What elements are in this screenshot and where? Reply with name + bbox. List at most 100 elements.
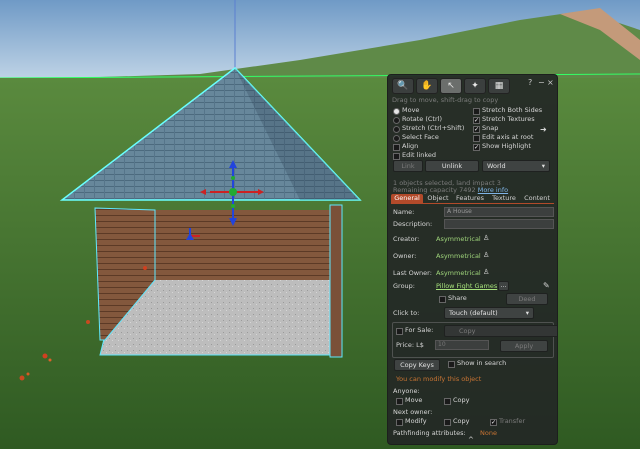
move-tool-button[interactable]: ✋ (416, 78, 438, 94)
edit-linked-checkbox[interactable] (393, 153, 400, 160)
set-group-wrench-icon[interactable]: ✎ (543, 281, 550, 290)
show-in-search-label: Show in search (457, 359, 507, 367)
build-tools-floater[interactable]: 🔍 ✋ ↖ ✦ ▦ ? − × Drag to move, shift-drag… (387, 74, 558, 445)
next-modify-label: Modify (405, 417, 427, 425)
anyone-move-checkbox[interactable] (396, 398, 403, 405)
land-icon: ▦ (494, 81, 504, 91)
world-select-value: World (487, 162, 506, 170)
group-label: Group: (393, 282, 415, 290)
show-in-search-checkbox[interactable] (448, 361, 455, 368)
next-copy-label: Copy (453, 417, 470, 425)
next-owner-label: Next owner: (393, 408, 433, 416)
chevron-down-icon: ▾ (525, 309, 529, 317)
price-label: Price: L$ (396, 341, 424, 349)
owner-profile-icon[interactable]: ♙ (483, 251, 489, 259)
share-checkbox[interactable] (439, 296, 446, 303)
last-owner-profile-icon[interactable]: ♙ (483, 268, 489, 276)
chevron-down-icon: ▾ (541, 162, 545, 170)
show-highlight-label: Show Highlight (482, 142, 531, 150)
creator-profile-icon[interactable]: ♙ (483, 234, 489, 242)
share-label: Share (448, 294, 467, 302)
show-highlight-checkbox[interactable]: ✓ (473, 144, 480, 151)
collapse-chevron-icon[interactable]: ^ (468, 436, 474, 444)
apply-button[interactable]: Apply (500, 340, 548, 352)
owner-label: Owner: (393, 252, 417, 260)
magnifier-icon: 🔍 (397, 81, 409, 91)
description-field[interactable] (444, 219, 554, 229)
snap-checkbox[interactable]: ✓ (473, 126, 480, 133)
more-info-link[interactable]: More info (478, 186, 508, 194)
group-select-button[interactable]: ... (498, 281, 509, 291)
snap-arrow-icon[interactable]: ➜ (540, 125, 547, 134)
stretch-radio[interactable] (393, 126, 400, 133)
snap-label: Snap (482, 124, 499, 132)
anyone-copy-checkbox[interactable] (444, 398, 451, 405)
for-sale-label: For Sale: (405, 326, 434, 334)
arrow-cursor-icon: ↖ (447, 81, 455, 91)
pathfinding-value: None (480, 429, 497, 437)
stretch-textures-checkbox[interactable]: ✓ (473, 117, 480, 124)
next-transfer-label: Transfer (499, 417, 526, 425)
select-face-radio[interactable] (393, 135, 400, 142)
name-field[interactable]: A House (444, 207, 554, 217)
deed-button[interactable]: Deed (506, 293, 548, 305)
remaining-capacity: Remaining capacity 7492 More info (393, 186, 508, 194)
last-owner-name[interactable]: Asymmetrical (436, 269, 481, 277)
anyone-copy-label: Copy (453, 396, 470, 404)
rotate-label: Rotate (Ctrl) (402, 115, 442, 123)
group-name-link[interactable]: Pillow Fight Games (436, 282, 497, 290)
minimize-icon[interactable]: − (538, 78, 545, 87)
stretch-label: Stretch (Ctrl+Shift) (402, 124, 465, 132)
align-checkbox[interactable] (393, 144, 400, 151)
close-icon[interactable]: × (547, 78, 554, 87)
edit-tool-button[interactable]: ↖ (440, 78, 462, 94)
next-copy-checkbox[interactable] (444, 419, 451, 426)
rotate-radio[interactable] (393, 117, 400, 124)
tab-object[interactable]: Object (425, 194, 451, 203)
click-action-value: Touch (default) (449, 309, 498, 317)
coordinate-frame-select[interactable]: World ▾ (482, 160, 550, 172)
click-action-select[interactable]: Touch (default) ▾ (444, 307, 534, 319)
stretch-textures-label: Stretch Textures (482, 115, 535, 123)
tab-texture[interactable]: Texture (489, 194, 519, 203)
link-button[interactable]: Link (393, 160, 423, 172)
tab-content[interactable]: Content (521, 194, 553, 203)
description-label: Description: (393, 220, 433, 228)
pathfinding-label: Pathfinding attributes: (393, 429, 466, 437)
tab-general[interactable]: General (391, 194, 423, 203)
select-face-label: Select Face (402, 133, 439, 141)
next-modify-checkbox[interactable] (396, 419, 403, 426)
focus-tool-button[interactable]: 🔍 (392, 78, 414, 94)
help-icon[interactable]: ? (528, 78, 532, 87)
move-radio[interactable] (393, 108, 400, 115)
create-tool-button[interactable]: ✦ (464, 78, 486, 94)
last-owner-label: Last Owner: (393, 269, 432, 277)
creator-name[interactable]: Asymmetrical (436, 235, 481, 243)
for-sale-checkbox[interactable] (396, 328, 403, 335)
land-tool-button[interactable]: ▦ (488, 78, 510, 94)
owner-name[interactable]: Asymmetrical (436, 252, 481, 260)
copy-keys-button[interactable]: Copy Keys (394, 359, 440, 371)
unlink-button[interactable]: Unlink (425, 160, 479, 172)
wrench-tools-icon: ✦ (471, 81, 479, 91)
move-label: Move (402, 106, 420, 114)
tab-features[interactable]: Features (453, 194, 487, 203)
name-label: Name: (393, 208, 415, 216)
house-back-wall (155, 210, 330, 280)
sale-type-value: Copy (459, 327, 476, 335)
stretch-both-sides-label: Stretch Both Sides (482, 106, 543, 114)
sale-type-select[interactable]: Copy (444, 325, 557, 337)
remaining-capacity-text: Remaining capacity 7492 (393, 186, 476, 194)
edit-axis-root-label: Edit axis at root (482, 133, 534, 141)
click-to-label: Click to: (393, 309, 420, 317)
anyone-move-label: Move (405, 396, 423, 404)
price-field[interactable]: 10 (435, 340, 489, 350)
hand-icon: ✋ (421, 81, 433, 91)
align-label: Align (402, 142, 419, 150)
next-transfer-checkbox[interactable]: ✓ (490, 419, 497, 426)
anyone-label: Anyone: (393, 387, 420, 395)
edit-axis-root-checkbox[interactable] (473, 135, 480, 142)
stretch-both-sides-checkbox[interactable] (473, 108, 480, 115)
creator-label: Creator: (393, 235, 420, 243)
house-right-post (329, 204, 343, 358)
